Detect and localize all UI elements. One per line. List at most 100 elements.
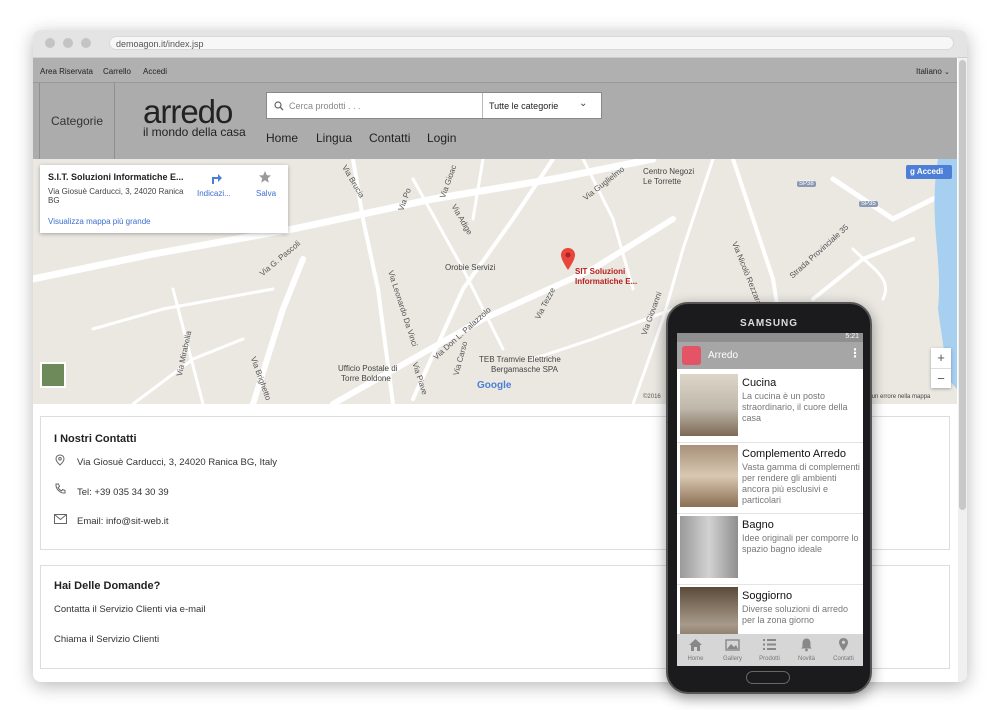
map-poi-label: Torre Boldone [341,374,391,383]
nav-home[interactable]: Home [266,131,298,145]
phone-icon [55,483,66,494]
list-item-title: Complemento Arredo [742,448,846,460]
map-poi-label: Bergamasche SPA [491,365,558,374]
phone-home-button[interactable] [746,671,790,684]
search-box: Cerca prodotti . . . Tutte le categorie … [266,92,602,119]
chevron-down-icon: ⌄ [944,69,950,76]
satellite-toggle[interactable] [40,362,66,388]
zoom-in-button[interactable]: + [931,348,951,369]
link-accedi[interactable]: Accedi [143,67,167,76]
list-item-desc: La cucina è un posto straordinario, il c… [742,391,848,423]
bottom-nav-contacts[interactable]: Contatti [825,634,862,666]
map-signin-button[interactable]: g Accedi [906,165,952,179]
phone-brand: SAMSUNG [739,318,799,329]
bottom-nav-home[interactable]: Home [677,634,714,666]
nav-contatti[interactable]: Contatti [369,131,410,145]
app-bar: Arredo ⋮ [677,342,863,369]
directions-icon[interactable] [209,171,223,185]
save-button[interactable]: Salva [256,189,276,198]
place-title: S.I.T. Soluzioni Informatiche E... [48,172,184,182]
status-bar: 5:21 [677,333,863,342]
larger-map-link[interactable]: Visualizza mappa più grande [48,217,151,226]
list-item-desc: Vasta gamma di complementi per rendere g… [742,462,860,505]
questions-title: Hai Delle Domande? [54,580,161,592]
app-title: Arredo [708,350,739,361]
email-support-link[interactable]: Contatta il Servizio Clienti via e-mail [54,604,206,615]
search-divider [482,93,483,118]
link-area-riservata[interactable]: Area Riservata [40,67,93,76]
map-poi-label: Le Torrette [643,177,682,186]
search-icon [274,101,284,111]
language-label: Italiano [916,67,942,76]
map-pin-label: Informatiche E... [575,277,638,286]
nav-login[interactable]: Login [427,131,456,145]
bathroom-image [680,516,738,578]
map-road-badge: SP38 [797,181,816,187]
phone-screen: 5:21 Arredo ⋮ Cucina La cucina è un post… [677,333,863,666]
bottom-navigation: Home Gallery Prodotti Novità Contatti [677,634,863,666]
furniture-image [680,445,738,507]
zoom-control: + − [931,348,951,388]
bell-icon [801,638,812,652]
location-pin-icon [55,454,65,466]
overflow-menu-icon[interactable]: ⋮ [849,346,861,360]
call-support-link[interactable]: Chiama il Servizio Clienti [54,634,159,645]
window-close-dot[interactable] [45,38,55,48]
directions-button[interactable]: Indicazi... [197,189,231,198]
map-place-card: S.I.T. Soluzioni Informatiche E... Via G… [40,165,288,233]
contact-email[interactable]: Email: info@sit-web.it [77,516,168,527]
window-minimize-dot[interactable] [63,38,73,48]
list-item-desc: Diverse soluzioni di arredo per la zona … [742,604,849,625]
page-scrollbar[interactable] [958,58,967,682]
category-select[interactable]: Tutte le categorie [489,101,558,111]
bottom-nav-products[interactable]: Prodotti [751,634,788,666]
place-address: BG [48,196,60,205]
map-poi-label: Orobie Servizi [445,263,496,272]
contacts-title: I Nostri Contatti [54,433,137,445]
bottom-nav-label: Home [687,656,704,662]
list-icon [763,639,776,650]
bottom-nav-label: Novità [797,656,815,662]
list-item-desc: Idee originali per comporre lo spazio ba… [742,533,859,554]
link-carrello[interactable]: Carrello [103,67,131,76]
list-item[interactable]: Cucina La cucina è un posto straordinari… [677,372,863,443]
star-icon[interactable] [258,170,272,184]
bottom-nav-label: Gallery [722,656,742,662]
bottom-nav-news[interactable]: Novità [788,634,825,666]
place-address: Via Giosuè Carducci, 3, 24020 Ranica [48,187,184,196]
home-icon [689,639,702,651]
map-pin-icon[interactable] [561,248,575,270]
bottom-nav-label: Prodotti [759,656,780,662]
list-item-title: Soggiorno [742,590,793,602]
google-logo: Google [477,380,512,391]
zoom-out-button[interactable]: − [931,369,951,388]
map-poi-label: Ufficio Postale di [338,364,398,373]
window-maximize-dot[interactable] [81,38,91,48]
site-logo[interactable]: arredo [143,95,233,128]
list-item[interactable]: Complemento Arredo Vasta gamma di comple… [677,443,863,514]
nav-lingua[interactable]: Lingua [316,131,352,145]
location-pin-icon [839,638,848,651]
signin-label: Accedi [916,167,944,176]
top-utility-bar: Area Riservata Carrello Accedi Italiano … [33,58,957,83]
contact-phone[interactable]: Tel: +39 035 34 30 39 [77,487,169,498]
bottom-nav-gallery[interactable]: Gallery [714,634,751,666]
chevron-down-icon: ⌄ [579,98,588,109]
address-bar[interactable]: demoagon.it/index.jsp [109,36,954,50]
smartphone-mockup: SAMSUNG 5:21 Arredo ⋮ Cucina La cucina è… [666,302,872,694]
map-copyright: ©2016 [643,394,661,400]
search-input[interactable]: Cerca prodotti . . . [289,101,361,111]
gallery-icon [725,639,740,651]
map-road-badge: SP35 [859,201,878,207]
email-icon [54,514,67,524]
map-pin-label: SIT Soluzioni [575,267,626,276]
map-poi-label: Centro Negozi [643,167,695,176]
scrollbar-thumb[interactable] [959,60,966,510]
list-item[interactable]: Bagno Idee originali per comporre lo spa… [677,514,863,585]
site-header: Categorie arredo il mondo della casa Cer… [33,83,957,159]
browser-chrome: demoagon.it/index.jsp [33,30,967,58]
categories-menu-button[interactable]: Categorie [39,83,115,159]
contact-address: Via Giosuè Carducci, 3, 24020 Ranica BG,… [77,457,277,468]
language-select[interactable]: Italiano ⌄ [916,67,950,76]
status-time: 5:21 [845,333,859,340]
